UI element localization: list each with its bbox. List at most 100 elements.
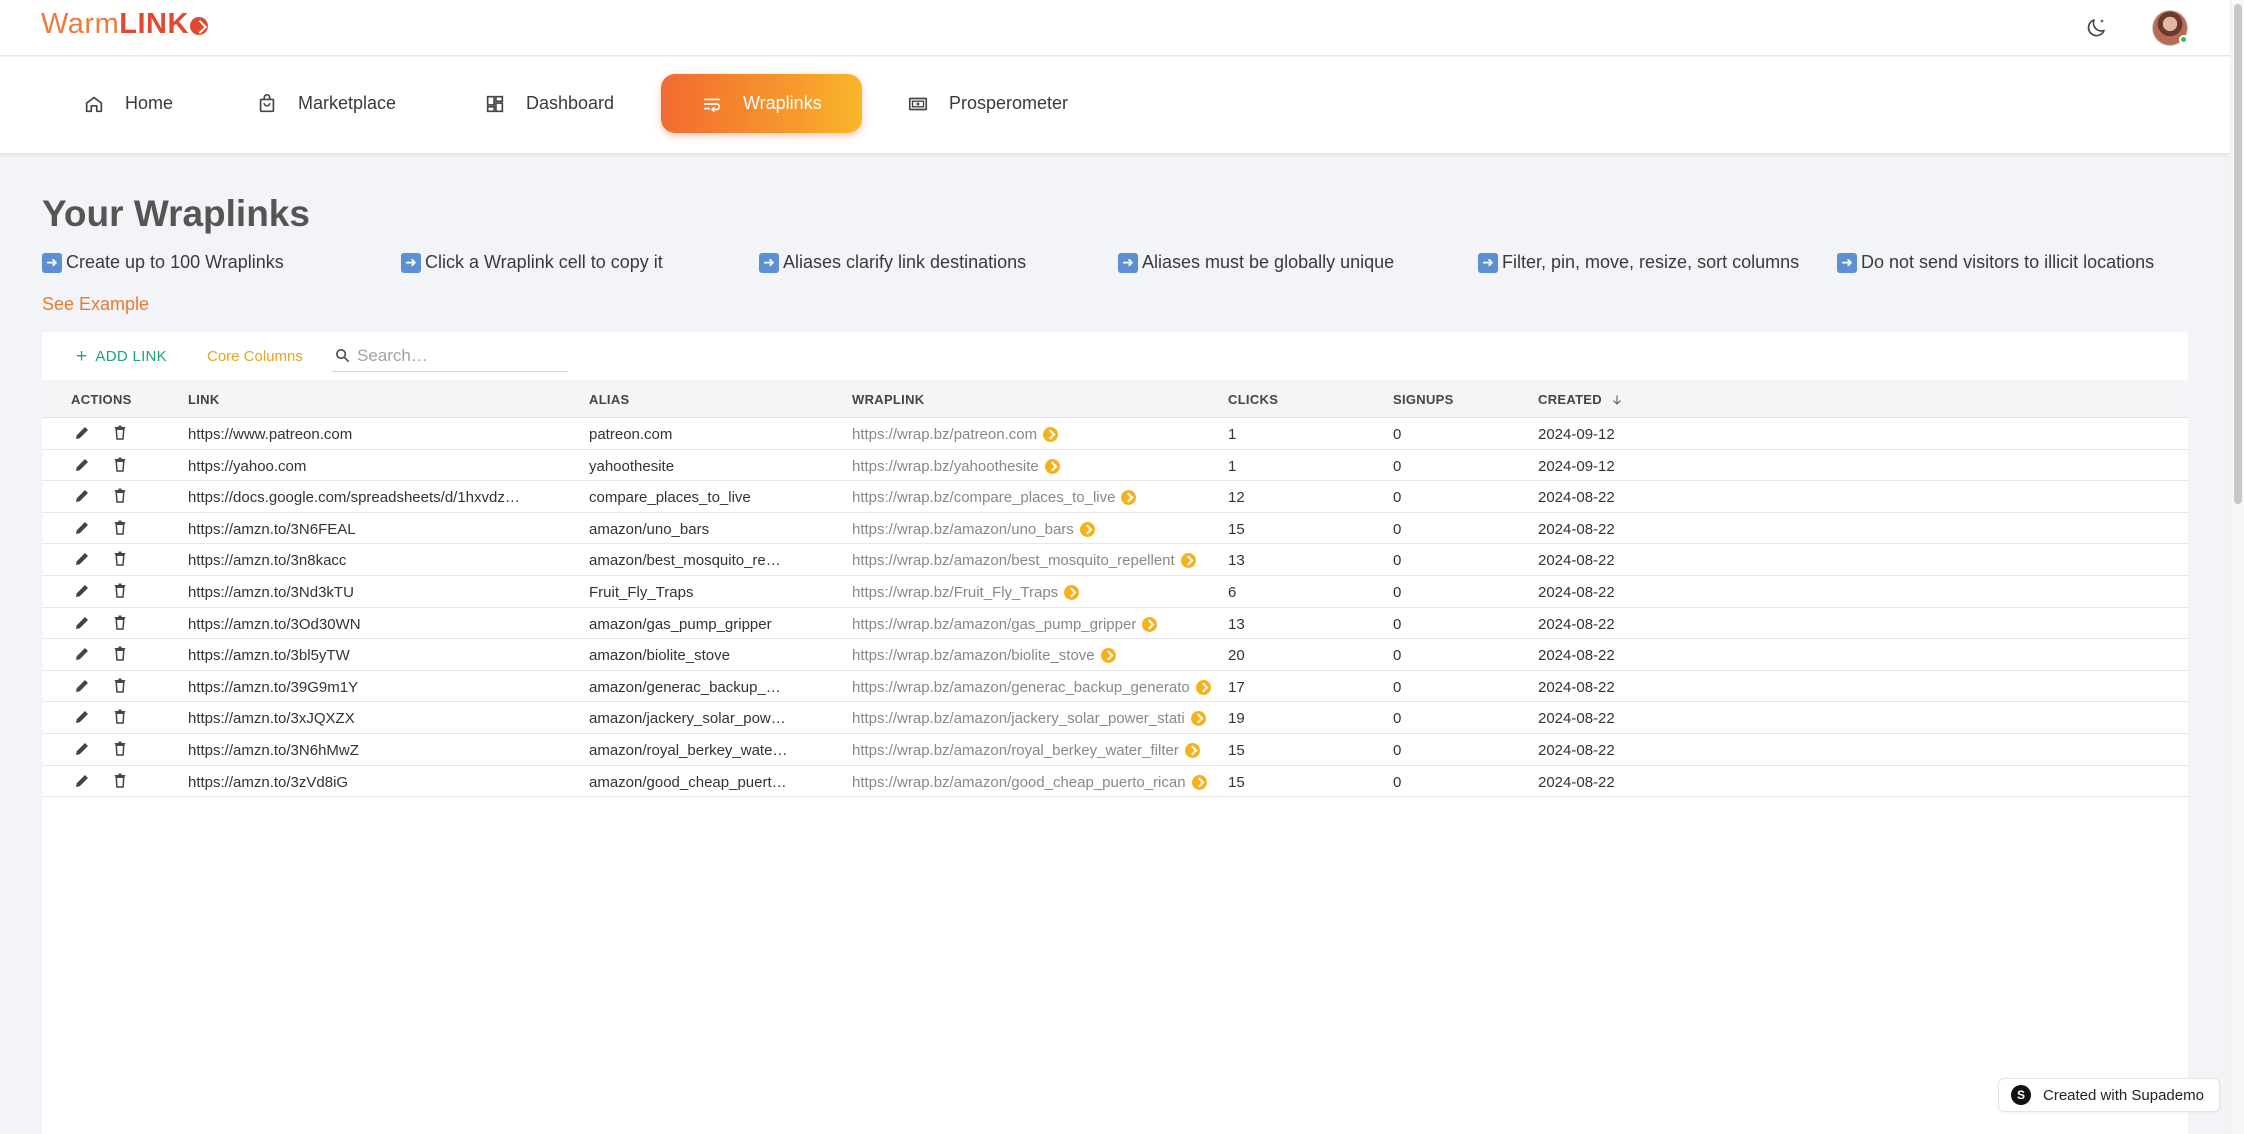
- cell-wraplink[interactable]: https://wrap.bz/yahoothesite: [852, 458, 1214, 475]
- edit-pencil-icon[interactable]: [73, 519, 91, 537]
- cell-wraplink[interactable]: https://wrap.bz/amazon/gas_pump_gripper: [852, 616, 1214, 633]
- delete-trash-icon[interactable]: [111, 550, 129, 568]
- copy-link-icon[interactable]: [1079, 521, 1095, 537]
- cell-alias[interactable]: amazon/gas_pump_gripper: [589, 616, 839, 633]
- dark-mode-moon-icon[interactable]: [2085, 15, 2109, 39]
- cell-link[interactable]: https://amzn.to/3Od30WN: [188, 616, 578, 633]
- supademo-badge[interactable]: S Created with Supademo: [1998, 1078, 2220, 1112]
- delete-trash-icon[interactable]: [111, 772, 129, 790]
- edit-pencil-icon[interactable]: [73, 582, 91, 600]
- core-columns-button[interactable]: Core Columns: [207, 348, 303, 365]
- copy-link-icon[interactable]: [1180, 553, 1196, 569]
- copy-link-icon[interactable]: [1100, 648, 1116, 664]
- cell-link[interactable]: https://amzn.to/3n8kacc: [188, 552, 578, 569]
- cell-wraplink[interactable]: https://wrap.bz/amazon/best_mosquito_rep…: [852, 552, 1214, 569]
- edit-pencil-icon[interactable]: [73, 772, 91, 790]
- edit-pencil-icon[interactable]: [73, 677, 91, 695]
- edit-pencil-icon[interactable]: [73, 424, 91, 442]
- delete-trash-icon[interactable]: [111, 582, 129, 600]
- cell-wraplink[interactable]: https://wrap.bz/amazon/biolite_stove: [852, 647, 1214, 664]
- page-scrollbar[interactable]: [2230, 0, 2244, 1134]
- delete-trash-icon[interactable]: [111, 614, 129, 632]
- delete-trash-icon[interactable]: [111, 677, 129, 695]
- cell-alias[interactable]: amazon/royal_berkey_wate…: [589, 742, 839, 759]
- cell-link[interactable]: https://amzn.to/3xJQXZX: [188, 710, 578, 727]
- cell-signups: 0: [1393, 552, 1402, 570]
- edit-pencil-icon[interactable]: [73, 487, 91, 505]
- delete-trash-icon[interactable]: [111, 487, 129, 505]
- user-avatar[interactable]: [2152, 10, 2188, 46]
- edit-pencil-icon[interactable]: [73, 708, 91, 726]
- edit-pencil-icon[interactable]: [73, 550, 91, 568]
- delete-trash-icon[interactable]: [111, 740, 129, 758]
- nav-wraplinks[interactable]: Wraplinks: [661, 74, 862, 133]
- cell-alias[interactable]: amazon/biolite_stove: [589, 647, 839, 664]
- column-header-signups[interactable]: SIGNUPS: [1393, 392, 1454, 407]
- copy-link-icon[interactable]: [1195, 679, 1211, 695]
- cell-alias[interactable]: amazon/uno_bars: [589, 521, 839, 538]
- cell-alias[interactable]: patreon.com: [589, 426, 839, 443]
- cell-link[interactable]: https://yahoo.com: [188, 458, 578, 475]
- cell-link[interactable]: https://amzn.to/3N6hMwZ: [188, 742, 578, 759]
- column-header-alias[interactable]: ALIAS: [589, 392, 630, 407]
- cell-link[interactable]: https://amzn.to/3zVd8iG: [188, 774, 578, 791]
- cell-link[interactable]: https://amzn.to/3bl5yTW: [188, 647, 578, 664]
- sort-descending-icon[interactable]: [1610, 393, 1624, 407]
- delete-trash-icon[interactable]: [111, 456, 129, 474]
- cell-wraplink[interactable]: https://wrap.bz/Fruit_Fly_Traps: [852, 584, 1214, 601]
- nav-dashboard[interactable]: Dashboard: [444, 74, 654, 133]
- cell-link[interactable]: https://amzn.to/3Nd3kTU: [188, 584, 578, 601]
- cell-alias[interactable]: amazon/jackery_solar_pow…: [589, 710, 839, 727]
- nav-home[interactable]: Home: [43, 74, 213, 133]
- cell-link[interactable]: https://amzn.to/3N6FEAL: [188, 521, 578, 538]
- copy-link-icon[interactable]: [1191, 774, 1207, 790]
- cell-link[interactable]: https://www.patreon.com: [188, 426, 578, 443]
- cell-signups: 0: [1393, 489, 1402, 507]
- copy-link-icon[interactable]: [1064, 584, 1080, 600]
- column-header-clicks[interactable]: CLICKS: [1228, 392, 1278, 407]
- copy-link-icon[interactable]: [1184, 742, 1200, 758]
- cell-alias[interactable]: Fruit_Fly_Traps: [589, 584, 839, 601]
- cell-wraplink[interactable]: https://wrap.bz/patreon.com: [852, 426, 1214, 443]
- edit-pencil-icon[interactable]: [73, 456, 91, 474]
- scrollbar-thumb[interactable]: [2234, 4, 2242, 504]
- edit-pencil-icon[interactable]: [73, 645, 91, 663]
- cell-wraplink[interactable]: https://wrap.bz/compare_places_to_live: [852, 489, 1214, 506]
- cell-link[interactable]: https://amzn.to/39G9m1Y: [188, 679, 578, 696]
- copy-link-icon[interactable]: [1142, 616, 1158, 632]
- cell-wraplink[interactable]: https://wrap.bz/amazon/royal_berkey_wate…: [852, 742, 1214, 759]
- cell-clicks: 20: [1228, 647, 1245, 665]
- cell-alias[interactable]: amazon/best_mosquito_re…: [589, 552, 839, 569]
- cell-created: 2024-08-22: [1538, 710, 1615, 728]
- cell-wraplink[interactable]: https://wrap.bz/amazon/uno_bars: [852, 521, 1214, 538]
- warmlink-logo[interactable]: Warm LINK: [41, 8, 208, 41]
- cell-alias[interactable]: amazon/good_cheap_puert…: [589, 774, 839, 791]
- edit-pencil-icon[interactable]: [73, 614, 91, 632]
- delete-trash-icon[interactable]: [111, 708, 129, 726]
- cell-alias[interactable]: yahoothesite: [589, 458, 839, 475]
- column-header-actions[interactable]: ACTIONS: [71, 392, 132, 407]
- cell-created: 2024-08-22: [1538, 615, 1615, 633]
- copy-link-icon[interactable]: [1121, 490, 1137, 506]
- copy-link-icon[interactable]: [1043, 427, 1059, 442]
- column-header-created[interactable]: CREATED: [1538, 392, 1624, 407]
- cell-alias[interactable]: compare_places_to_live: [589, 489, 839, 506]
- nav-marketplace[interactable]: Marketplace: [216, 74, 436, 133]
- delete-trash-icon[interactable]: [111, 519, 129, 537]
- copy-link-icon[interactable]: [1190, 711, 1206, 727]
- cell-alias[interactable]: amazon/generac_backup_…: [589, 679, 839, 696]
- column-header-link[interactable]: LINK: [188, 392, 220, 407]
- cell-wraplink[interactable]: https://wrap.bz/amazon/generac_backup_ge…: [852, 679, 1214, 696]
- copy-link-icon[interactable]: [1044, 458, 1060, 474]
- cell-wraplink[interactable]: https://wrap.bz/amazon/jackery_solar_pow…: [852, 710, 1214, 727]
- nav-prosperometer[interactable]: Prosperometer: [867, 74, 1108, 133]
- cell-link[interactable]: https://docs.google.com/spreadsheets/d/1…: [188, 489, 578, 506]
- add-link-button[interactable]: + ADD LINK: [76, 347, 167, 366]
- delete-trash-icon[interactable]: [111, 645, 129, 663]
- delete-trash-icon[interactable]: [111, 424, 129, 442]
- column-header-wraplink[interactable]: WRAPLINK: [852, 392, 924, 407]
- edit-pencil-icon[interactable]: [73, 740, 91, 758]
- cell-wraplink[interactable]: https://wrap.bz/amazon/good_cheap_puerto…: [852, 774, 1214, 791]
- search-input[interactable]: [357, 345, 557, 366]
- see-example-link[interactable]: See Example: [42, 294, 149, 315]
